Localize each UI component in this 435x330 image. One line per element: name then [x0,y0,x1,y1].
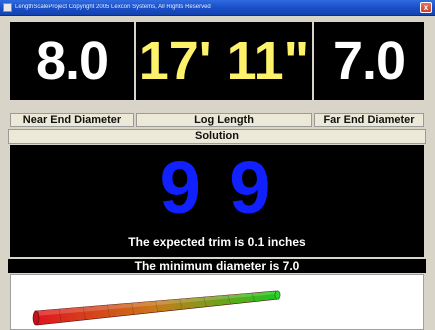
log-near-end [32,310,40,326]
near-end-diameter-value: 8.0 [35,31,109,91]
near-end-diameter-label: Near End Diameter [10,113,134,127]
log-3d-view [10,274,424,330]
log-length-value: 17' 11" [138,31,310,91]
window-titlebar[interactable]: LengthScaleProject Copyright 2005 Lexcon… [0,0,435,16]
log-graphic [32,290,281,326]
far-end-diameter-value: 7.0 [332,31,406,91]
solution-header: Solution [8,129,426,144]
app-icon [3,3,12,12]
expected-trim-text: The expected trim is 0.1 inches [128,235,306,249]
near-end-diameter-display: 8.0 [10,22,134,100]
log-far-end [274,290,281,300]
log-length-label: Log Length [136,113,312,127]
solution-value: 9 9 [159,146,275,229]
window-title: LengthScaleProject Copyright 2005 Lexcon… [15,4,211,10]
close-button[interactable]: x [420,2,432,13]
solution-panel: 9 9 The expected trim is 0.1 inches [10,145,424,257]
app-window: 8.0 17' 11" 7.0 Near End Diameter Log Le… [8,18,426,330]
log-length-display: 17' 11" [136,22,312,100]
far-end-diameter-display: 7.0 [314,22,424,100]
far-end-diameter-label: Far End Diameter [314,113,424,127]
minimum-diameter-text: The minimum diameter is 7.0 [8,259,426,273]
